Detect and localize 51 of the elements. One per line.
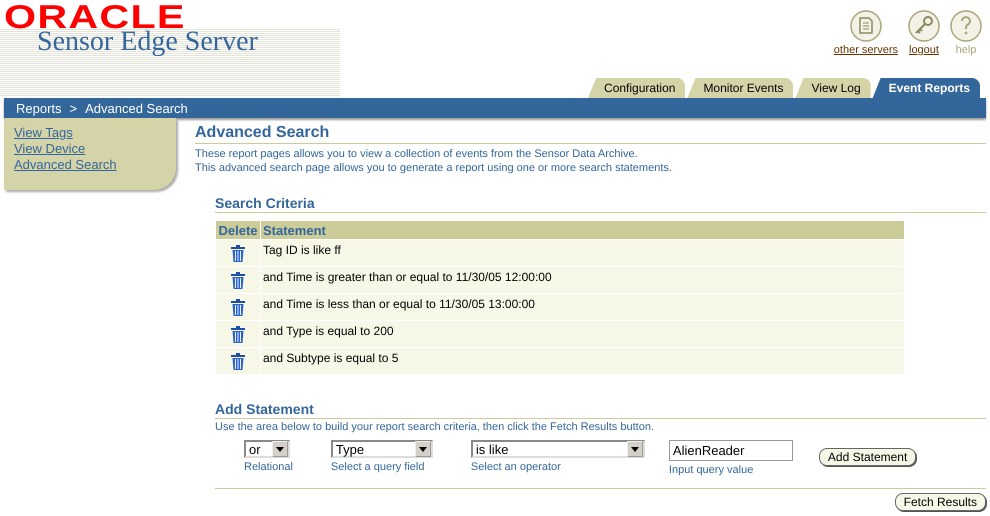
nav-tab[interactable]: Configuration bbox=[588, 78, 686, 98]
description-text: This advanced search page allows you to generate a report using one or more search statements. bbox=[195, 161, 673, 175]
nav-tab[interactable]: View Log bbox=[795, 78, 871, 98]
nav-tab[interactable]: Event Reports bbox=[872, 78, 980, 98]
logout-link[interactable]: logout bbox=[908, 10, 940, 58]
delete-button[interactable] bbox=[231, 272, 245, 292]
dropdown-field[interactable]: Type bbox=[330, 440, 433, 458]
dropdown-field[interactable]: is like bbox=[470, 440, 645, 458]
trash-icon bbox=[231, 326, 245, 343]
table-cell: and Type is equal to 200 bbox=[260, 320, 904, 348]
delete-button[interactable] bbox=[231, 299, 245, 319]
table-cell: and Subtype is equal to 5 bbox=[260, 348, 904, 374]
column-header: Delete bbox=[216, 220, 260, 240]
dropdown-arrow-icon bbox=[276, 446, 284, 452]
breadcrumb-separator: > bbox=[70, 100, 78, 116]
breadcrumb-link[interactable]: Advanced Search bbox=[85, 100, 188, 116]
trash-icon bbox=[231, 299, 245, 316]
fetch-results-button[interactable]: Fetch Results bbox=[894, 493, 986, 511]
nav-tab[interactable]: Monitor Events bbox=[687, 78, 794, 98]
delete-button[interactable] bbox=[231, 245, 245, 265]
help-icon bbox=[950, 10, 982, 42]
field-label: Input query value bbox=[668, 464, 754, 476]
key-icon bbox=[908, 10, 940, 42]
table-cell: Tag ID is like ff bbox=[260, 240, 904, 266]
field-label: Select an operator bbox=[470, 461, 562, 473]
sidebar-link[interactable]: Advanced Search bbox=[14, 157, 117, 173]
sidebar-link[interactable]: View Device bbox=[14, 141, 86, 157]
dropdown-field[interactable]: or bbox=[244, 440, 290, 458]
dropdown-arrow-icon bbox=[630, 446, 639, 452]
page-title: Advanced Search bbox=[195, 124, 986, 144]
breadcrumb-link[interactable]: Reports bbox=[16, 100, 62, 116]
input-field[interactable]: AlienReader bbox=[668, 440, 793, 461]
sidebar-link[interactable]: View Tags bbox=[14, 125, 73, 141]
add-statement-button[interactable]: Add Statement bbox=[818, 448, 916, 466]
dropdown-arrow-icon bbox=[418, 446, 427, 452]
section-title: Search Criteria bbox=[215, 195, 986, 213]
table-cell: and Time is greater than or equal to 11/30/05 12:00:00 bbox=[260, 266, 904, 294]
delete-button[interactable] bbox=[231, 326, 245, 346]
servers-link[interactable]: other servers bbox=[834, 10, 898, 58]
instructions-text: Use the area below to build your report search criteria, then click the Fetch Results button. bbox=[215, 420, 655, 434]
field-label: Relational bbox=[244, 461, 293, 473]
trash-icon bbox=[231, 353, 245, 370]
trash-icon bbox=[231, 272, 245, 289]
field-label: Select a query field bbox=[330, 461, 426, 473]
delete-button[interactable] bbox=[231, 353, 245, 373]
table-cell: and Time is less than or equal to 11/30/05 13:00:00 bbox=[260, 294, 904, 320]
description-text: These report pages allows you to view a collection of events from the Sensor Data Archive. bbox=[195, 147, 639, 161]
column-header: Statement bbox=[260, 220, 904, 240]
section-title: Add Statement bbox=[215, 401, 986, 419]
trash-icon bbox=[231, 245, 245, 262]
documents-icon bbox=[850, 10, 882, 42]
